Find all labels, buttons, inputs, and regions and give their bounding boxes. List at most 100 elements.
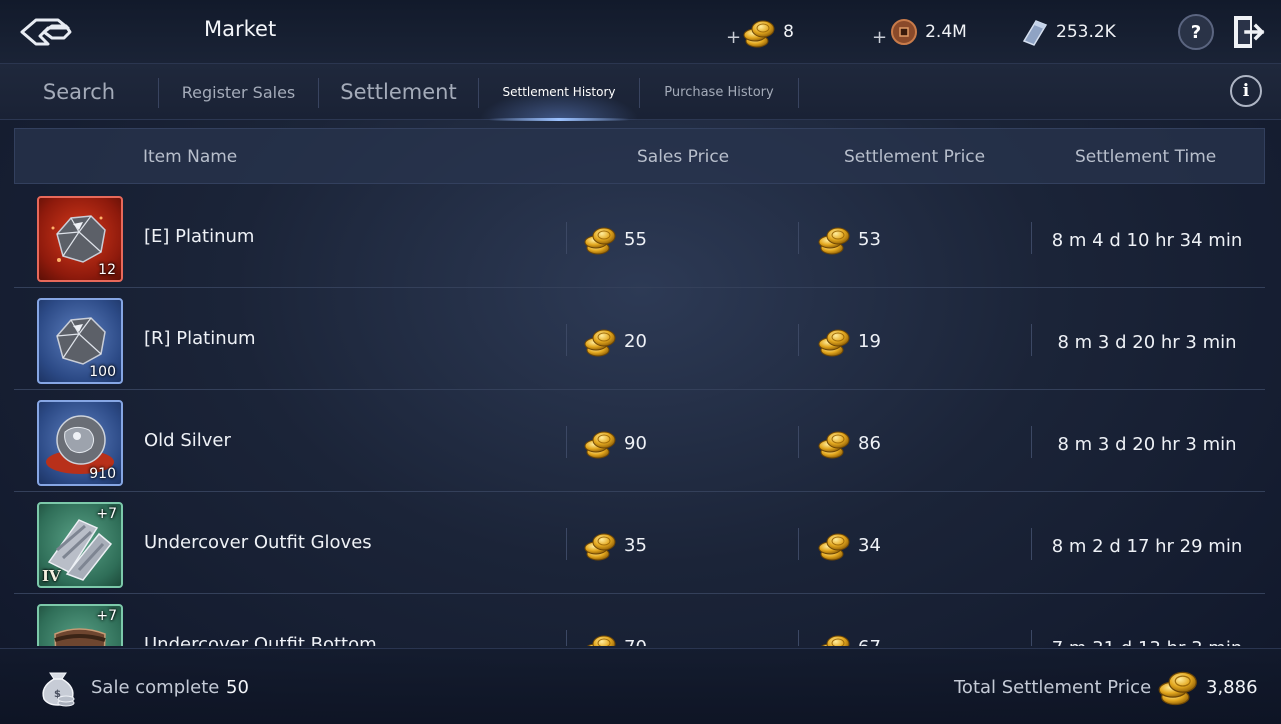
item-name: Undercover Outfit Bottom <box>144 634 377 646</box>
gold-currency[interactable]: + 8 <box>726 14 794 50</box>
table-row[interactable]: 100 [R] Platinum 20 19 8 m 3 d 20 hr 3 m… <box>14 288 1265 390</box>
sales-price: 35 <box>584 528 647 562</box>
tab-search[interactable]: Search <box>0 64 158 120</box>
gold-coin-icon <box>584 630 618 646</box>
table-header: Item Name Sales Price Settlement Price S… <box>14 128 1265 184</box>
gold-coin-icon <box>584 528 618 562</box>
settlement-price-value: 86 <box>858 432 881 454</box>
column-divider <box>798 222 799 254</box>
settlement-price-value: 67 <box>858 637 881 647</box>
gold-amount: 8 <box>783 22 794 42</box>
sales-price: 70 <box>584 630 647 646</box>
sales-price-value: 90 <box>624 432 647 454</box>
sale-complete-label: Sale complete <box>91 677 220 698</box>
top-bar: Market + 8 + 2.4M 253.2K ? <box>0 0 1281 64</box>
silver-currency[interactable]: 253.2K <box>1020 14 1116 50</box>
tab-bar: Search Register Sales Settlement Settlem… <box>0 64 1281 121</box>
column-divider <box>566 630 567 646</box>
tab-settlement-history-label: Settlement History <box>502 85 616 99</box>
sales-price-value: 35 <box>624 534 647 556</box>
column-divider <box>566 528 567 560</box>
gold-coin-icon <box>743 15 777 49</box>
bronze-amount: 2.4M <box>925 22 967 42</box>
sales-price-value: 55 <box>624 228 647 250</box>
item-quantity: 12 <box>98 262 116 278</box>
settlement-time: 8 m 3 d 20 hr 3 min <box>1057 434 1237 455</box>
settlement-history-list[interactable]: 12 [E] Platinum 55 53 8 m 4 d 10 hr 34 m… <box>14 186 1265 646</box>
settlement-price-value: 34 <box>858 534 881 556</box>
item-enhancement: +7 <box>96 608 117 624</box>
gold-coin-icon <box>1158 665 1200 707</box>
settlement-time: 8 m 3 d 20 hr 3 min <box>1057 332 1237 353</box>
sales-price: 55 <box>584 222 647 256</box>
sales-price: 90 <box>584 426 647 460</box>
bronze-currency[interactable]: + 2.4M <box>872 14 967 50</box>
back-button[interactable] <box>14 10 78 54</box>
item-slot[interactable]: 12 <box>37 196 123 282</box>
silver-ingot-icon <box>1022 20 1048 46</box>
item-slot[interactable]: +7 <box>37 604 123 646</box>
total-settlement-label: Total Settlement Price <box>954 677 1152 698</box>
item-grade: IV <box>42 567 61 585</box>
column-settlement-time: Settlement Time <box>1075 147 1217 167</box>
info-button[interactable]: i <box>1230 75 1262 107</box>
page-title: Market <box>204 17 277 41</box>
table-row[interactable]: +7 IV Undercover Outfit Gloves 35 34 8 m… <box>14 492 1265 594</box>
column-divider <box>798 324 799 356</box>
item-slot[interactable]: 910 <box>37 400 123 486</box>
exit-icon[interactable] <box>1232 14 1266 50</box>
item-name: [E] Platinum <box>144 226 255 247</box>
item-name: [R] Platinum <box>144 328 256 349</box>
money-bag-icon: $ <box>42 672 75 707</box>
item-slot[interactable]: 100 <box>37 298 123 384</box>
column-divider <box>798 426 799 458</box>
settlement-price: 67 <box>818 630 881 646</box>
gold-coin-icon <box>584 222 618 256</box>
column-settlement-price: Settlement Price <box>844 147 986 167</box>
tab-divider <box>798 78 799 108</box>
item-quantity: 100 <box>89 364 116 380</box>
table-row[interactable]: 12 [E] Platinum 55 53 8 m 4 d 10 hr 34 m… <box>14 186 1265 288</box>
tab-settlement[interactable]: Settlement <box>319 64 478 120</box>
settlement-price: 53 <box>818 222 881 256</box>
add-gold-icon[interactable]: + <box>726 27 741 48</box>
gold-coin-icon <box>584 324 618 358</box>
sales-price: 20 <box>584 324 647 358</box>
bronze-coin-icon <box>891 19 918 45</box>
item-quantity: 910 <box>89 466 116 482</box>
column-divider <box>798 630 799 646</box>
column-divider <box>566 324 567 356</box>
table-row[interactable]: +7 Undercover Outfit Bottom 70 67 7 m 31… <box>14 594 1265 646</box>
settlement-price-value: 19 <box>858 330 881 352</box>
table-row[interactable]: 910 Old Silver 90 86 8 m 3 d 20 hr 3 min <box>14 390 1265 492</box>
tab-register-sales[interactable]: Register Sales <box>159 64 318 120</box>
settlement-price: 86 <box>818 426 881 460</box>
settlement-time: 8 m 2 d 17 hr 29 min <box>1051 536 1243 557</box>
settlement-price: 19 <box>818 324 881 358</box>
gold-coin-icon <box>818 222 852 256</box>
tab-purchase-history[interactable]: Purchase History <box>640 64 798 120</box>
tab-settlement-history[interactable]: Settlement History <box>479 64 639 121</box>
gold-coin-icon <box>818 630 852 646</box>
item-name: Undercover Outfit Gloves <box>144 532 372 553</box>
column-divider <box>566 222 567 254</box>
column-sales-price: Sales Price <box>637 147 730 167</box>
svg-text:$: $ <box>54 689 61 700</box>
column-divider <box>566 426 567 458</box>
add-bronze-icon[interactable]: + <box>872 27 887 48</box>
total-settlement-value: 3,886 <box>1206 677 1258 698</box>
item-enhancement: +7 <box>96 506 117 522</box>
settlement-price-value: 53 <box>858 228 881 250</box>
footer-summary: $ Sale complete 50 Total Settlement Pric… <box>0 648 1281 724</box>
gold-coin-icon <box>818 426 852 460</box>
sale-complete-count: 50 <box>226 677 249 698</box>
column-divider <box>798 528 799 560</box>
silver-amount: 253.2K <box>1056 22 1116 42</box>
item-name: Old Silver <box>144 430 231 451</box>
sales-price-value: 20 <box>624 330 647 352</box>
gold-coin-icon <box>818 528 852 562</box>
gold-coin-icon <box>818 324 852 358</box>
column-item-name: Item Name <box>143 147 238 167</box>
item-slot[interactable]: +7 IV <box>37 502 123 588</box>
help-button[interactable]: ? <box>1178 14 1214 50</box>
